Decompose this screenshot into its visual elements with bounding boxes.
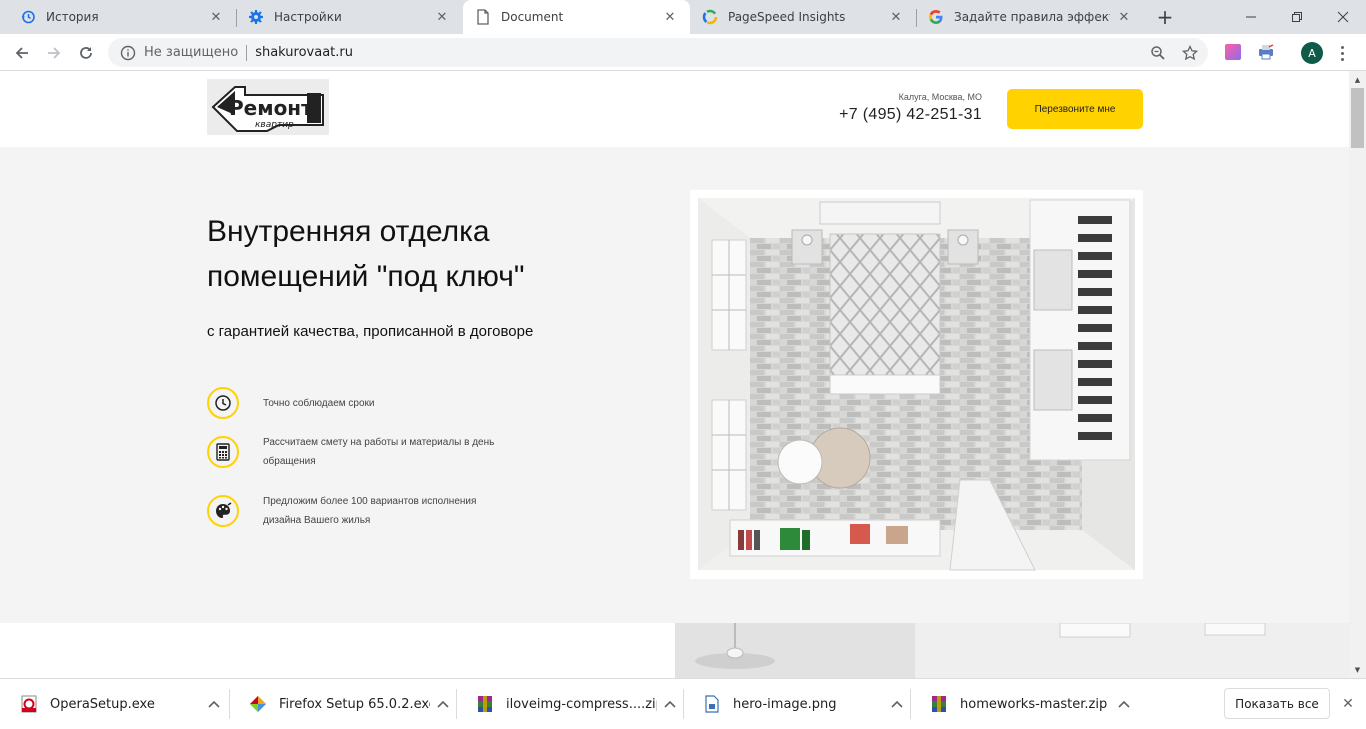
zip-file-icon <box>930 695 948 713</box>
tab-history[interactable]: История ✕ <box>8 0 236 34</box>
feature-text: Точно соблюдаем сроки <box>263 397 375 409</box>
hero-section: Внутренняя отделка помещений "под ключ" … <box>0 147 1349 623</box>
new-tab-button[interactable]: + <box>1153 5 1177 29</box>
reload-button[interactable] <box>72 39 100 67</box>
arrow-left-icon <box>15 47 28 59</box>
document-icon <box>475 9 491 25</box>
tab-settings[interactable]: Настройки ✕ <box>236 0 462 34</box>
zoom-icon[interactable] <box>1146 38 1170 67</box>
page-scrollbar[interactable]: ▲ ▼ <box>1349 71 1366 678</box>
restore-button[interactable] <box>1274 0 1320 34</box>
google-icon <box>928 9 944 25</box>
zip-file-icon <box>476 695 494 713</box>
hero-subtitle: с гарантией качества, прописанной в дого… <box>207 323 534 340</box>
minimize-button[interactable] <box>1228 0 1274 34</box>
close-tab-icon[interactable]: ✕ <box>434 9 450 25</box>
download-item[interactable]: iloveimg-compress....zip <box>456 679 683 729</box>
back-button[interactable] <box>8 39 36 67</box>
page-viewport: Ремонт квартир Калуга, Москва, МО +7 (49… <box>0 71 1349 678</box>
profile-avatar[interactable]: A <box>1301 42 1323 64</box>
logo-word-top: Ремонт <box>229 96 313 120</box>
close-tab-icon[interactable]: ✕ <box>662 9 678 25</box>
download-shelf: OperaSetup.exe Firefox Setup 65.0.2.exe … <box>0 678 1366 728</box>
feature-text: Рассчитаем смету на работы и материалы в… <box>263 437 495 467</box>
feature-text: Предложим более 100 вариантов исполнения… <box>263 496 477 526</box>
minimize-icon <box>1246 16 1256 18</box>
tab-pagespeed[interactable]: PageSpeed Insights ✕ <box>690 0 916 34</box>
interior-preview-image <box>675 623 1349 678</box>
omnibox-divider <box>246 44 248 61</box>
download-item[interactable]: Firefox Setup 65.0.2.exe <box>229 679 456 729</box>
download-item[interactable]: homeworks-master.zip <box>910 679 1137 729</box>
reload-icon <box>80 47 92 59</box>
history-icon <box>20 9 36 25</box>
close-icon <box>1337 11 1349 23</box>
forward-button[interactable] <box>40 39 68 67</box>
address-bar[interactable]: Не защищено shakurovaat.ru <box>108 38 1208 67</box>
palette-icon <box>207 495 239 527</box>
browser-toolbar: Не защищено shakurovaat.ru A <box>0 34 1366 71</box>
tab-title: PageSpeed Insights <box>728 10 846 24</box>
download-filename: homeworks-master.zip <box>960 696 1108 712</box>
arrow-right-icon <box>48 47 61 59</box>
tab-title: Document <box>501 10 564 24</box>
site-logo[interactable]: Ремонт квартир <box>207 79 329 135</box>
show-all-downloads-button[interactable]: Показать все <box>1224 688 1330 719</box>
calculator-icon <box>207 436 239 468</box>
security-label[interactable]: Не защищено <box>144 45 238 60</box>
tab-google[interactable]: Задайте правила эффективнс ✕ <box>916 0 1144 34</box>
site-header: Ремонт квартир Калуга, Москва, МО +7 (49… <box>0 71 1349 147</box>
extension-color-icon[interactable] <box>1223 42 1243 62</box>
chevron-up-icon[interactable] <box>657 700 683 708</box>
close-shelf-icon[interactable]: ✕ <box>1338 694 1358 714</box>
feature-item: Рассчитаем смету на работы и материалы в… <box>207 433 527 471</box>
bookmark-star-icon[interactable] <box>1178 38 1202 67</box>
hero-room-image <box>690 190 1143 579</box>
download-filename: iloveimg-compress....zip <box>506 696 657 712</box>
download-item[interactable]: OperaSetup.exe <box>0 679 227 729</box>
next-section <box>0 623 1349 678</box>
extension-print-icon[interactable] <box>1256 42 1276 62</box>
feature-item: Предложим более 100 вариантов исполнения… <box>207 492 527 530</box>
chevron-up-icon[interactable] <box>884 700 910 708</box>
close-tab-icon[interactable]: ✕ <box>208 9 224 25</box>
hero-title: Внутренняя отделка помещений "под ключ" <box>207 209 647 299</box>
chevron-up-icon[interactable] <box>201 700 227 708</box>
logo-word-bottom: квартир <box>255 120 294 130</box>
close-tab-icon[interactable]: ✕ <box>1116 9 1132 25</box>
hero-title-line1: Внутренняя отделка <box>207 215 490 248</box>
opera-file-icon <box>20 695 38 713</box>
feature-item: Точно соблюдаем сроки <box>207 387 527 419</box>
hero-title-line2: помещений "под ключ" <box>207 260 525 293</box>
download-filename: Firefox Setup 65.0.2.exe <box>279 696 430 712</box>
pagespeed-icon <box>702 9 718 25</box>
scrollbar-thumb[interactable] <box>1351 88 1364 148</box>
tab-title: История <box>46 10 99 24</box>
region-text: Калуга, Москва, МО <box>898 92 982 102</box>
phone-number[interactable]: +7 (495) 42-251-31 <box>820 106 982 124</box>
download-filename: OperaSetup.exe <box>50 696 155 712</box>
menu-kebab-icon[interactable] <box>1332 42 1352 64</box>
close-tab-icon[interactable]: ✕ <box>888 9 904 25</box>
download-item[interactable]: hero-image.png <box>683 679 910 729</box>
tab-title: Настройки <box>274 10 342 24</box>
scroll-down-arrow-icon[interactable]: ▼ <box>1349 661 1366 678</box>
settings-gear-icon <box>248 9 264 25</box>
chevron-up-icon[interactable] <box>430 700 456 708</box>
scroll-up-arrow-icon[interactable]: ▲ <box>1349 71 1366 88</box>
image-file-icon <box>703 695 721 713</box>
url-text[interactable]: shakurovaat.ru <box>255 45 353 60</box>
tab-strip: История ✕ Настройки ✕ Document ✕ PageSpe… <box>0 0 1366 34</box>
tab-document[interactable]: Document ✕ <box>463 0 690 34</box>
callback-button[interactable]: Перезвоните мне <box>1007 89 1143 129</box>
close-window-button[interactable] <box>1320 0 1366 34</box>
download-filename: hero-image.png <box>733 696 837 712</box>
firefox-file-icon <box>249 695 267 713</box>
info-icon[interactable] <box>120 45 136 61</box>
clock-icon <box>207 387 239 419</box>
chevron-up-icon[interactable] <box>1111 700 1137 708</box>
restore-icon <box>1292 12 1302 22</box>
tab-title: Задайте правила эффективнс <box>954 10 1110 24</box>
